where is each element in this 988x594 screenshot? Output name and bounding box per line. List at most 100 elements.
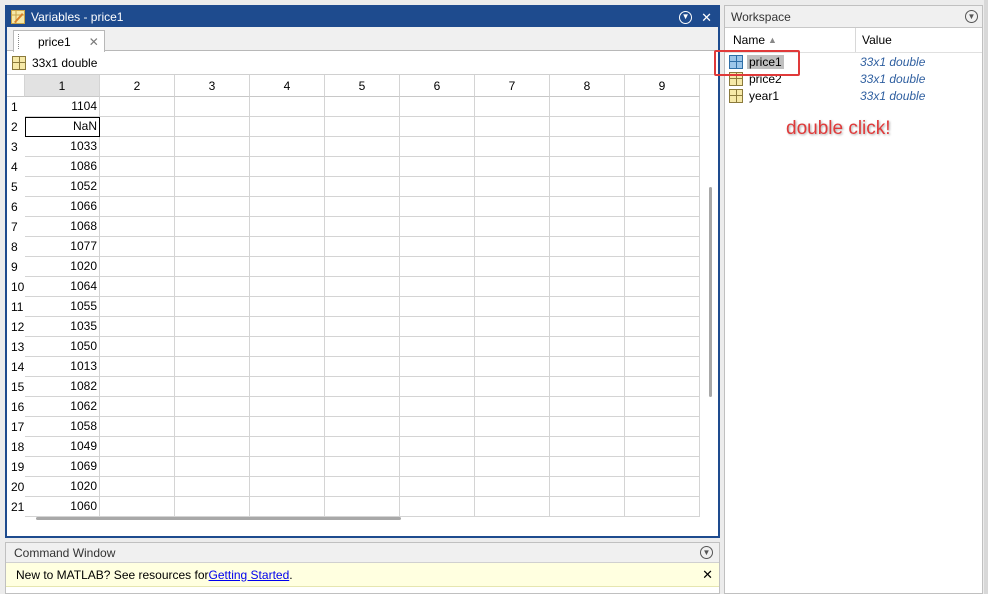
grid-cell[interactable] <box>250 177 325 197</box>
row-number[interactable]: 1 <box>7 97 25 117</box>
grid-cell[interactable] <box>400 437 475 457</box>
grid-cell[interactable] <box>400 397 475 417</box>
grid-cell[interactable] <box>550 217 625 237</box>
grid-cell[interactable] <box>400 357 475 377</box>
grid-cell[interactable] <box>100 257 175 277</box>
chevron-circle-icon[interactable]: ▼ <box>700 546 713 559</box>
grid-cell[interactable] <box>475 497 550 517</box>
grid-cell[interactable] <box>250 217 325 237</box>
grid-cell[interactable] <box>550 137 625 157</box>
grid-cell[interactable] <box>625 197 700 217</box>
grid-cell[interactable] <box>325 117 400 137</box>
grid-cell[interactable] <box>625 277 700 297</box>
grid-cell[interactable] <box>400 157 475 177</box>
row-number[interactable]: 3 <box>7 137 25 157</box>
column-header[interactable]: 5 <box>325 75 400 97</box>
grid-cell[interactable] <box>625 497 700 517</box>
grid-cell[interactable] <box>550 397 625 417</box>
grid-cell[interactable] <box>400 297 475 317</box>
grid-cell[interactable] <box>625 317 700 337</box>
grid-cell[interactable] <box>100 397 175 417</box>
grid-cell[interactable]: 1020 <box>25 477 100 497</box>
grid-cell[interactable]: 1020 <box>25 257 100 277</box>
row-number[interactable]: 11 <box>7 297 25 317</box>
grid-cell[interactable] <box>625 457 700 477</box>
grid-cell[interactable] <box>400 177 475 197</box>
grid-cell[interactable] <box>475 137 550 157</box>
column-header[interactable]: 8 <box>550 75 625 97</box>
grid-cell[interactable] <box>325 177 400 197</box>
grid-cell[interactable] <box>550 297 625 317</box>
chevron-circle-icon[interactable]: ▼ <box>965 10 978 23</box>
grid-cell[interactable] <box>625 237 700 257</box>
grid-cell[interactable] <box>250 197 325 217</box>
grid-cell[interactable] <box>400 217 475 237</box>
grid-cell[interactable] <box>550 357 625 377</box>
grid-cell[interactable] <box>325 317 400 337</box>
grid-cell[interactable] <box>175 417 250 437</box>
grid-cell[interactable] <box>100 157 175 177</box>
grid-cell[interactable] <box>100 317 175 337</box>
grid-cell[interactable] <box>325 277 400 297</box>
tab-price1[interactable]: price1 ✕ <box>13 30 105 52</box>
grid-cell[interactable] <box>550 277 625 297</box>
grid-cell[interactable] <box>100 237 175 257</box>
column-header[interactable]: 3 <box>175 75 250 97</box>
grid-cell[interactable]: 1013 <box>25 357 100 377</box>
grid-cell[interactable] <box>325 157 400 177</box>
row-number[interactable]: 13 <box>7 337 25 357</box>
grid-cell[interactable] <box>400 477 475 497</box>
grid-cell[interactable] <box>550 417 625 437</box>
grid-cell[interactable] <box>250 317 325 337</box>
grid-cell[interactable] <box>100 477 175 497</box>
grid-cell[interactable] <box>475 157 550 177</box>
grid-cell[interactable]: 1060 <box>25 497 100 517</box>
horizontal-scroll-thumb[interactable] <box>36 517 401 520</box>
grid-cell[interactable] <box>175 437 250 457</box>
grid-cell[interactable] <box>175 377 250 397</box>
grid-cell[interactable] <box>175 337 250 357</box>
grid-cell[interactable]: 1104 <box>25 97 100 117</box>
grid-cell[interactable] <box>250 337 325 357</box>
grid-cell[interactable] <box>250 377 325 397</box>
grid-cell[interactable] <box>475 257 550 277</box>
grid-cell[interactable] <box>625 257 700 277</box>
grid-cell[interactable] <box>550 437 625 457</box>
grid-cell[interactable] <box>325 457 400 477</box>
grid-cell[interactable] <box>475 457 550 477</box>
grid-cell[interactable] <box>250 497 325 517</box>
grid-cell[interactable]: 1050 <box>25 337 100 357</box>
variable-grid[interactable]: 123456789 1 1104 2 NaN 3 1033 4 1086 5 1052 6 1066 7… <box>7 75 718 518</box>
command-window-title-bar[interactable]: Command Window ▼ <box>6 543 719 563</box>
grid-cell[interactable] <box>625 177 700 197</box>
grid-cell[interactable] <box>175 97 250 117</box>
grid-cell[interactable] <box>175 497 250 517</box>
column-header[interactable]: 6 <box>400 75 475 97</box>
grid-cell[interactable] <box>475 217 550 237</box>
grid-cell[interactable] <box>325 357 400 377</box>
grid-cell[interactable] <box>325 297 400 317</box>
grid-cell[interactable] <box>175 217 250 237</box>
grid-cell[interactable] <box>550 177 625 197</box>
grid-cell[interactable] <box>250 137 325 157</box>
grid-cell[interactable] <box>100 137 175 157</box>
grid-cell[interactable] <box>100 177 175 197</box>
row-number[interactable]: 7 <box>7 217 25 237</box>
column-header[interactable]: 1 <box>25 75 100 97</box>
value-column-header[interactable]: Value <box>856 28 892 52</box>
grid-cell[interactable] <box>175 297 250 317</box>
grid-cell[interactable] <box>475 197 550 217</box>
grid-cell[interactable] <box>325 97 400 117</box>
grid-cell[interactable]: 1058 <box>25 417 100 437</box>
column-header[interactable]: 9 <box>625 75 700 97</box>
grid-cell[interactable] <box>250 357 325 377</box>
row-number[interactable]: 5 <box>7 177 25 197</box>
grid-cell[interactable] <box>250 477 325 497</box>
grid-cell[interactable] <box>100 197 175 217</box>
grid-cell[interactable] <box>400 497 475 517</box>
grid-cell[interactable] <box>475 357 550 377</box>
grid-cell[interactable] <box>325 257 400 277</box>
grid-cell[interactable] <box>550 117 625 137</box>
row-number[interactable]: 10 <box>7 277 25 297</box>
row-number[interactable]: 16 <box>7 397 25 417</box>
